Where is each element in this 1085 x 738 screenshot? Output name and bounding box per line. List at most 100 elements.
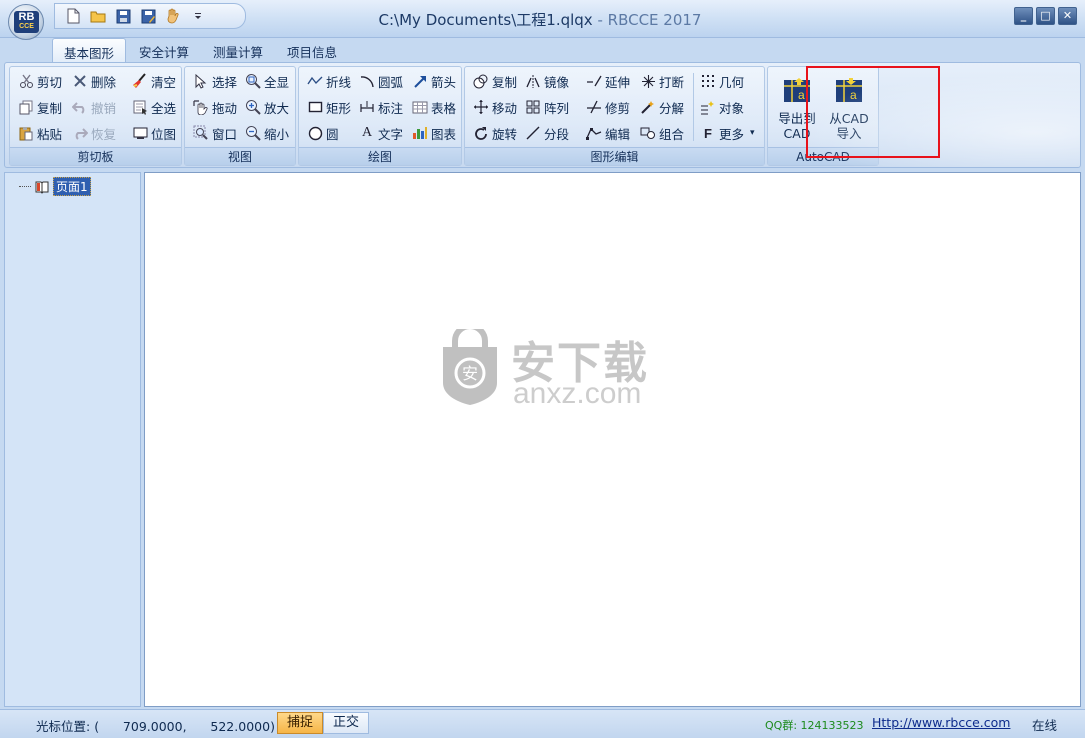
- edit-button[interactable]: 编辑: [586, 122, 630, 144]
- table-button[interactable]: 表格: [412, 96, 456, 118]
- text-a-icon: A: [361, 125, 373, 140]
- clear-button[interactable]: 清空: [132, 70, 176, 92]
- scissors-icon: [18, 73, 34, 89]
- edit-copy-button[interactable]: 复制: [473, 70, 517, 92]
- geometry-button[interactable]: 几何: [700, 70, 744, 92]
- group-label-view: 视图: [185, 147, 295, 165]
- group-view: 选择 拖动 窗口 全显 放大 缩小 视图: [184, 66, 296, 166]
- cut-button[interactable]: 剪切: [18, 70, 62, 92]
- save-icon[interactable]: [115, 8, 131, 24]
- rectangle-label: 矩形: [326, 100, 352, 116]
- tab-safety-calculation[interactable]: 安全计算: [128, 38, 200, 62]
- ortho-toggle[interactable]: 正交: [323, 712, 369, 734]
- chart-button[interactable]: 图表: [412, 122, 456, 144]
- more-button[interactable]: F 更多 ▾: [700, 122, 755, 144]
- snap-toggle[interactable]: 捕捉: [277, 712, 323, 734]
- move-label: 移动: [492, 100, 518, 116]
- bar-chart-icon: [412, 125, 428, 141]
- explode-label: 分解: [659, 100, 685, 116]
- new-icon[interactable]: [65, 8, 81, 24]
- delete-label: 删除: [91, 74, 117, 90]
- online-status: 在线: [1032, 718, 1058, 733]
- save-as-icon[interactable]: [140, 8, 156, 24]
- extend-button[interactable]: 延伸: [586, 70, 630, 92]
- delete-button[interactable]: 删除: [72, 70, 116, 92]
- rectangle-button[interactable]: 矩形: [307, 96, 351, 118]
- hand-icon[interactable]: [165, 8, 181, 24]
- select-all-label: 全选: [151, 100, 177, 116]
- tab-survey-calculation[interactable]: 测量计算: [202, 38, 274, 62]
- select-button[interactable]: 选择: [193, 70, 237, 92]
- import-from-cad-button[interactable]: a 从CAD 导入: [826, 73, 872, 147]
- svg-text:安: 安: [462, 364, 478, 383]
- object-button[interactable]: 对象: [700, 96, 744, 118]
- page-tree-panel: 页面1: [4, 172, 141, 707]
- drawing-canvas[interactable]: 安 安下载 anxz.com: [144, 172, 1081, 707]
- object-label: 对象: [719, 100, 745, 116]
- minimize-button[interactable]: _: [1014, 7, 1033, 25]
- dimension-button[interactable]: 标注: [359, 96, 403, 118]
- group-icon: [640, 125, 656, 141]
- status-bar: 光标位置: ( 709.0000, 522.0000) 捕捉 正交 QQ群: 1…: [0, 709, 1085, 738]
- copy-icon: [18, 99, 34, 115]
- maximize-button[interactable]: □: [1036, 7, 1055, 25]
- arrow-button[interactable]: 箭头: [412, 70, 456, 92]
- geometry-label: 几何: [719, 74, 745, 90]
- rotate-icon: [473, 125, 489, 141]
- arc-button[interactable]: 圆弧: [359, 70, 403, 92]
- trim-button[interactable]: 修剪: [586, 96, 630, 118]
- copy-button[interactable]: 复制: [18, 96, 62, 118]
- open-folder-icon[interactable]: [90, 8, 106, 24]
- copy-shapes-icon: [473, 73, 489, 89]
- segment-label: 分段: [544, 126, 570, 142]
- undo-button[interactable]: 撤销: [72, 96, 116, 118]
- close-button[interactable]: ✕: [1058, 7, 1077, 25]
- zoom-in-button[interactable]: 放大: [245, 96, 289, 118]
- more-dropdown-icon: ▾: [750, 128, 755, 138]
- cursor-separator: ,: [182, 719, 211, 734]
- explode-button[interactable]: 分解: [640, 96, 684, 118]
- circle-icon: [307, 125, 323, 141]
- bitmap-button[interactable]: 位图: [132, 122, 176, 144]
- tree-connector: [19, 186, 31, 187]
- website-link[interactable]: Http://www.rbcce.com: [872, 715, 1010, 730]
- text-button[interactable]: A 文字: [359, 122, 403, 144]
- select-all-button[interactable]: 全选: [132, 96, 176, 118]
- break-button[interactable]: 打断: [640, 70, 684, 92]
- bitmap-label: 位图: [151, 126, 177, 142]
- polyline-button[interactable]: 折线: [307, 70, 351, 92]
- extend-label: 延伸: [605, 74, 631, 90]
- trim-label: 修剪: [605, 100, 631, 116]
- window-zoom-button[interactable]: 窗口: [193, 122, 237, 144]
- redo-button[interactable]: 恢复: [72, 122, 116, 144]
- tab-project-info[interactable]: 项目信息: [276, 38, 348, 62]
- move-icon: [473, 99, 489, 115]
- table-icon: [412, 99, 428, 115]
- export-cad-icon: a: [781, 75, 813, 107]
- dropdown-arrow-icon[interactable]: [190, 8, 206, 24]
- fit-all-button[interactable]: 全显: [245, 70, 289, 92]
- mirror-label: 镜像: [544, 74, 570, 90]
- mirror-button[interactable]: 镜像: [525, 70, 569, 92]
- group-draw: 折线 矩形 圆 圆弧 标注 A 文字 箭头 表格 图表 绘图: [298, 66, 462, 166]
- tab-basic-graphics[interactable]: 基本图形: [52, 38, 127, 62]
- move-button[interactable]: 移动: [473, 96, 517, 118]
- rotate-button[interactable]: 旋转: [473, 122, 517, 144]
- export-to-cad-button[interactable]: a 导出到 CAD: [774, 73, 820, 147]
- zoom-out-button[interactable]: 缩小: [245, 122, 289, 144]
- minimize-icon: _: [1020, 9, 1027, 22]
- paste-button[interactable]: 粘贴: [18, 122, 62, 144]
- chart-label: 图表: [431, 126, 457, 142]
- window-zoom-icon: [193, 125, 209, 141]
- drag-button[interactable]: 拖动: [193, 96, 237, 118]
- break-icon: [640, 73, 656, 89]
- array-button[interactable]: 阵列: [525, 96, 569, 118]
- tree-node-page1[interactable]: 页面1: [19, 177, 91, 196]
- export-cad-line2: CAD: [783, 126, 811, 141]
- segment-button[interactable]: 分段: [525, 122, 569, 144]
- group-button[interactable]: 组合: [640, 122, 684, 144]
- app-menu-button[interactable]: RB CCE: [8, 4, 44, 40]
- geometry-dots-icon: [700, 73, 716, 89]
- redo-icon: [72, 125, 88, 141]
- circle-button[interactable]: 圆: [307, 122, 339, 144]
